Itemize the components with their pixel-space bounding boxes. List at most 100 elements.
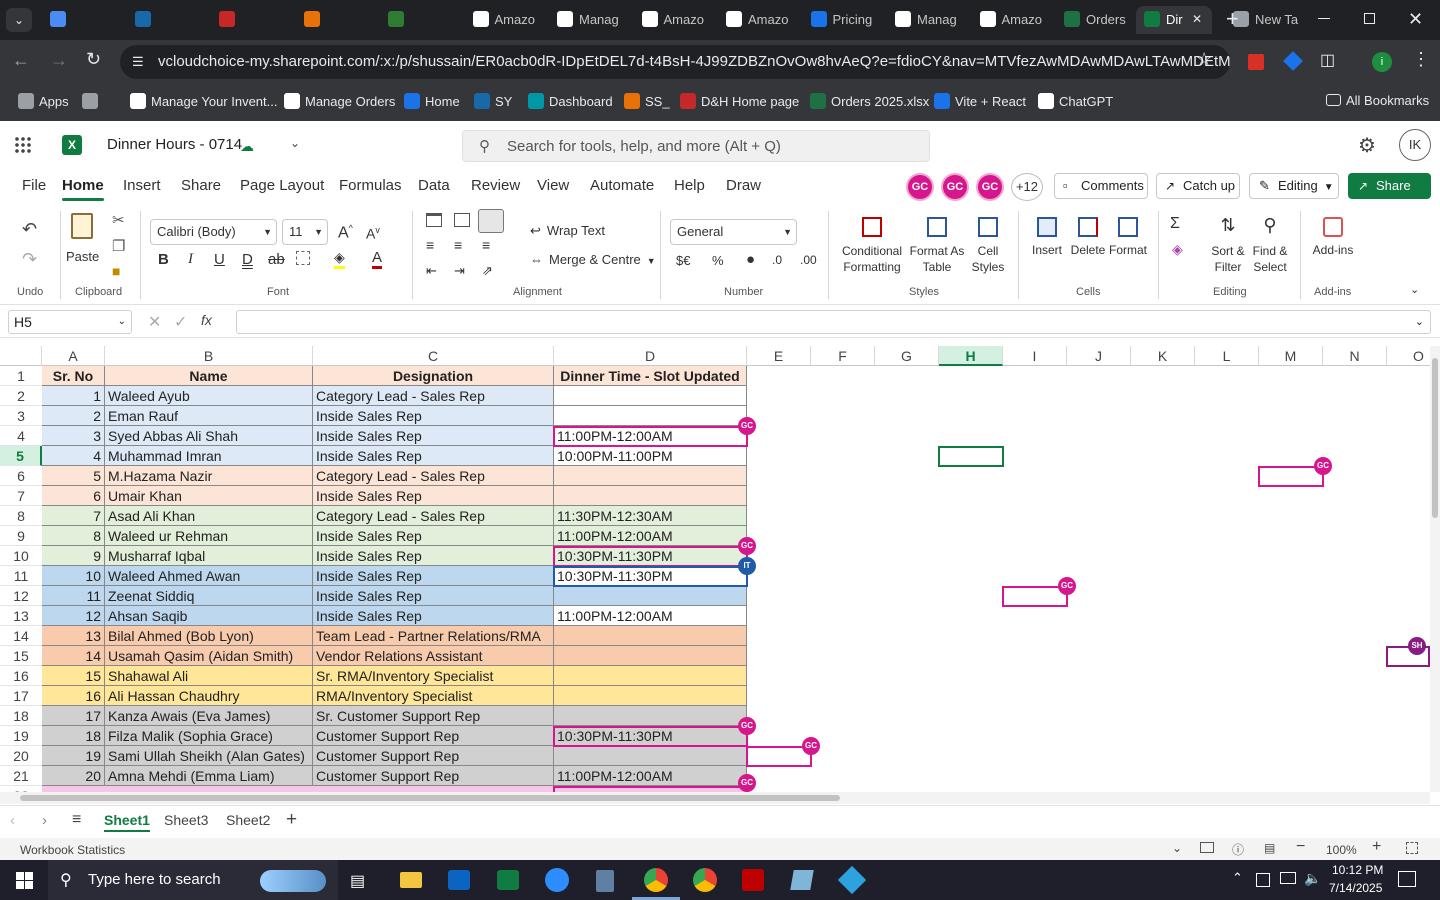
zoom-in-icon[interactable]: + xyxy=(1372,838,1381,856)
extensions-puzzle-icon[interactable]: ◫ xyxy=(1320,50,1335,70)
bookmark-item[interactable]: Apps xyxy=(18,93,69,109)
bookmark-item[interactable]: ChatGPT xyxy=(1038,93,1113,109)
sheet-tab-sheet2[interactable]: Sheet2 xyxy=(226,812,270,828)
back-button[interactable]: ← xyxy=(12,50,30,71)
font-color-icon[interactable]: A xyxy=(372,249,383,269)
align-middle-icon[interactable] xyxy=(454,213,470,227)
cell-sr-no[interactable]: 15 xyxy=(42,666,105,686)
find-select-button[interactable]: ⚲ Find & Select xyxy=(1248,216,1292,275)
zoom-app-icon[interactable] xyxy=(545,868,569,892)
cell-name[interactable]: Ahsan Saqib xyxy=(105,606,313,626)
addins-button[interactable]: Add-ins xyxy=(1308,217,1358,257)
cell-sr-no[interactable]: 3 xyxy=(42,426,105,446)
row-header[interactable]: 9 xyxy=(0,526,42,546)
row-header[interactable]: 1 xyxy=(0,366,42,386)
browser-tab[interactable]: Amazo xyxy=(465,6,545,34)
header-cell-designation[interactable]: Designation xyxy=(313,366,554,386)
workbook-statistics[interactable]: Workbook Statistics xyxy=(20,843,125,857)
align-top-icon[interactable] xyxy=(426,213,442,227)
formula-input[interactable]: ⌄ xyxy=(236,310,1431,334)
menu-tab-automate[interactable]: Automate xyxy=(590,177,654,194)
vscode-icon[interactable] xyxy=(837,865,867,895)
column-header[interactable]: M xyxy=(1259,346,1323,366)
menu-tab-formulas[interactable]: Formulas xyxy=(339,177,402,194)
browser-tab[interactable]: Amazo xyxy=(634,6,714,34)
row-header[interactable]: 4 xyxy=(0,426,42,446)
collaborator-badge[interactable]: GC xyxy=(738,537,756,555)
collab-avatar[interactable]: GC xyxy=(976,173,1004,201)
cell-designation[interactable]: Inside Sales Rep xyxy=(313,546,554,566)
align-center-icon[interactable]: ≡ xyxy=(454,237,462,253)
cell-dinner-time[interactable] xyxy=(554,746,747,766)
row-header[interactable]: 5 xyxy=(0,446,42,466)
cell-sr-no[interactable]: 19 xyxy=(42,746,105,766)
cell-designation[interactable]: Customer Support Rep xyxy=(313,766,554,786)
row-header[interactable]: 13 xyxy=(0,606,42,626)
cell-designation[interactable]: Inside Sales Rep xyxy=(313,526,554,546)
borders-icon[interactable] xyxy=(296,251,310,265)
font-name-select[interactable]: Calibri (Body) ▼ xyxy=(150,219,277,245)
format-painter-icon[interactable]: ■ xyxy=(112,263,120,279)
profile-avatar[interactable]: i xyxy=(1372,52,1392,72)
tray-app-icon[interactable] xyxy=(1256,873,1270,887)
decrease-decimal-icon[interactable]: .00 xyxy=(800,253,817,267)
catchup-button[interactable]: ↗ Catch up xyxy=(1156,173,1240,199)
cell-name[interactable]: Eman Rauf xyxy=(105,406,313,426)
add-sheet-icon[interactable]: + xyxy=(286,809,297,831)
collab-avatar[interactable]: GC xyxy=(941,173,969,201)
browser-tab[interactable]: Manag xyxy=(549,6,629,34)
cell-name[interactable]: Sami Ullah Sheikh (Alan Gates) xyxy=(105,746,313,766)
column-header[interactable]: D xyxy=(554,346,747,366)
cell-designation[interactable]: Vendor Relations Assistant xyxy=(313,646,554,666)
excel-taskbar-icon[interactable] xyxy=(497,870,519,890)
task-view-icon[interactable]: ▤ xyxy=(350,871,365,891)
browser-tab[interactable] xyxy=(211,6,291,34)
column-header[interactable]: J xyxy=(1067,346,1131,366)
cell-sr-no[interactable]: 14 xyxy=(42,646,105,666)
cell-name[interactable]: Syed Abbas Ali Shah xyxy=(105,426,313,446)
file-explorer-icon[interactable] xyxy=(400,872,422,888)
cell-sr-no[interactable]: 11 xyxy=(42,586,105,606)
all-sheets-icon[interactable]: ≡ xyxy=(72,811,81,829)
settings-gear-icon[interactable]: ⚙ xyxy=(1358,133,1376,158)
column-header[interactable]: F xyxy=(811,346,875,366)
new-tab-button[interactable]: + xyxy=(1226,8,1239,30)
forward-button[interactable]: → xyxy=(50,50,68,71)
format-cells-button[interactable]: Format xyxy=(1106,217,1150,257)
browser-tab[interactable]: Pricing xyxy=(803,6,883,34)
sheet-tab-sheet3[interactable]: Sheet3 xyxy=(164,812,208,828)
vertical-scroll-thumb[interactable] xyxy=(1432,358,1438,518)
column-header[interactable]: H xyxy=(939,346,1003,366)
cell-name[interactable]: Musharraf Iqbal xyxy=(105,546,313,566)
column-header[interactable]: E xyxy=(747,346,811,366)
cell-name[interactable]: Muhammad Imran xyxy=(105,446,313,466)
column-header[interactable]: N xyxy=(1323,346,1387,366)
cell-sr-no[interactable]: 10 xyxy=(42,566,105,586)
site-info-icon[interactable]: ☰ xyxy=(132,45,144,79)
menu-tab-draw[interactable]: Draw xyxy=(726,177,761,194)
undo-icon[interactable]: ↶ xyxy=(22,219,37,240)
menu-tab-data[interactable]: Data xyxy=(418,177,450,194)
bookmark-item[interactable] xyxy=(82,93,103,109)
cell-sr-no[interactable]: 4 xyxy=(42,446,105,466)
vertical-scrollbar[interactable] xyxy=(1430,346,1440,792)
browser-tab[interactable]: Manag xyxy=(887,6,967,34)
cell-name[interactable]: Zeenat Siddiq xyxy=(105,586,313,606)
document-title[interactable]: Dinner Hours - 0714 xyxy=(107,136,242,153)
cell-sr-no[interactable]: 8 xyxy=(42,526,105,546)
cell-name[interactable]: Asad Ali Khan xyxy=(105,506,313,526)
network-icon[interactable] xyxy=(1280,872,1296,884)
prev-sheet-icon[interactable]: ‹ xyxy=(10,812,15,829)
cell-sr-no[interactable]: 2 xyxy=(42,406,105,426)
row-header[interactable]: 6 xyxy=(0,466,42,486)
cell-dinner-time[interactable] xyxy=(554,386,747,406)
collaborator-badge[interactable]: GC xyxy=(738,417,756,435)
comments-button[interactable]: ▫ Comments xyxy=(1054,173,1148,199)
app-launcher-icon[interactable] xyxy=(14,136,32,154)
row-header[interactable]: 8 xyxy=(0,506,42,526)
cell-dinner-time[interactable] xyxy=(554,486,747,506)
collaborator-badge[interactable]: GC xyxy=(1314,457,1332,475)
row-header[interactable]: 21 xyxy=(0,766,42,786)
bookmark-item[interactable]: Dashboard xyxy=(528,93,613,109)
browser-tab[interactable]: Amazo xyxy=(972,6,1052,34)
